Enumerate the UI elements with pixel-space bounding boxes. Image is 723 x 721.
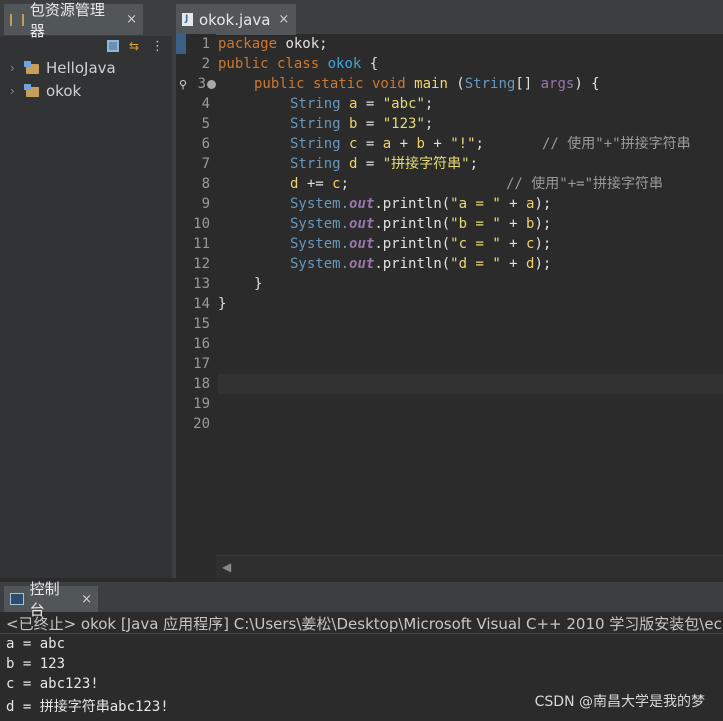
tab-okok-java[interactable]: J okok.java × (176, 4, 296, 35)
line-number: 16 (193, 336, 210, 352)
console-output-line: b = 123 (6, 656, 66, 672)
override-marker-icon: ⚲ (179, 78, 188, 91)
java-file-icon: J (182, 13, 193, 26)
line-number: 8 (201, 176, 210, 192)
tab-package-explorer-label: 包资源管理器 (29, 0, 105, 40)
chevron-right-icon[interactable]: › (10, 84, 24, 98)
fold-minus-icon[interactable] (207, 80, 216, 89)
tree-item-hellojava[interactable]: › HelloJava (0, 56, 172, 79)
view-menu-icon[interactable]: ⋮ (151, 39, 164, 54)
tree-item-label: okok (46, 81, 82, 100)
line-number: 14 (193, 296, 210, 312)
code-line: System.out.println("d = " + d); (290, 256, 552, 272)
line-number: 5 (201, 116, 210, 132)
tab-console[interactable]: 控制台 × (4, 580, 98, 619)
line-number: 19 (193, 396, 210, 412)
code-line: public class okok { (218, 56, 379, 72)
line-number: 4 (201, 96, 210, 112)
java-project-icon (24, 60, 40, 75)
code-line: String b = "123"; (290, 116, 434, 132)
console-icon (10, 593, 24, 605)
line-number: 2 (201, 56, 210, 72)
code-comment: // 使用"+"拼接字符串 (542, 136, 691, 152)
line-number: 6 (201, 136, 210, 152)
line-number: 17 (193, 356, 210, 372)
line-number: 7 (201, 156, 210, 172)
line-number: 15 (193, 316, 210, 332)
tree-item-label: HelloJava (46, 58, 116, 77)
close-icon[interactable]: × (126, 12, 137, 27)
code-comment: // 使用"+="拼接字符串 (506, 176, 664, 192)
line-number: 1 (201, 36, 210, 52)
console-output-line: a = abc (6, 636, 66, 652)
code-line: System.out.println("c = " + c); (290, 236, 552, 252)
collapse-all-icon[interactable] (107, 40, 119, 52)
code-line: public static void main (String[] args) … (254, 76, 600, 92)
code-line: String d = "拼接字符串"; (290, 156, 479, 172)
chevron-right-icon[interactable]: › (10, 61, 24, 75)
code-line: System.out.println("a = " + a); (290, 196, 552, 212)
code-line: System.out.println("b = " + b); (290, 216, 552, 232)
java-project-icon (24, 83, 40, 98)
code-area[interactable]: package okok; public class okok { public… (218, 34, 723, 554)
tab-package-explorer[interactable]: 包资源管理器 × (4, 1, 143, 40)
line-number: 3 (197, 76, 206, 92)
editor-panel: J okok.java × ⚲ 1 2 3 4 5 6 7 8 9 10 11 … (176, 0, 723, 578)
code-line: String a = "abc"; (290, 96, 434, 112)
tree-item-okok[interactable]: › okok (0, 79, 172, 102)
console-panel: 控制台 × <已终止> okok [Java 应用程序] C:\Users\姜松… (0, 580, 723, 721)
line-number: 18 (193, 376, 210, 392)
horizontal-scrollbar[interactable]: ◀ (216, 555, 723, 578)
line-number: 13 (193, 276, 210, 292)
line-number: 12 (193, 256, 210, 272)
editor-tabbar: J okok.java × (176, 0, 723, 35)
line-number: 11 (193, 236, 210, 252)
close-icon[interactable]: × (81, 592, 92, 607)
code-line: } (218, 296, 227, 312)
code-line: String c = a + b + "!"; (290, 136, 484, 152)
code-line: d += c; (290, 176, 350, 192)
console-output-line: c = abc123! (6, 676, 99, 692)
code-line: } (254, 276, 263, 292)
scroll-left-icon[interactable]: ◀ (222, 560, 231, 574)
console-output-line: d = 拼接字符串abc123! (6, 699, 169, 715)
line-number: 10 (193, 216, 210, 232)
link-with-editor-icon[interactable]: ⇆ (129, 40, 141, 52)
console-status-line: <已终止> okok [Java 应用程序] C:\Users\姜松\Deskt… (6, 615, 723, 633)
bookmark-marker (176, 34, 186, 54)
divider (0, 633, 723, 634)
line-number: 9 (201, 196, 210, 212)
package-explorer-panel: 包资源管理器 × ⇆ ⋮ › HelloJava › okok (0, 0, 176, 578)
console-tabbar: 控制台 × (0, 580, 723, 619)
close-icon[interactable]: × (278, 12, 289, 27)
code-line: package okok; (218, 36, 328, 52)
watermark-text: CSDN @南昌大学是我的梦 (534, 694, 705, 710)
line-number: 20 (193, 416, 210, 432)
package-explorer-icon (10, 13, 24, 26)
package-explorer-tabbar: 包资源管理器 × (0, 0, 172, 40)
tab-okok-java-label: okok.java (199, 10, 271, 29)
line-number-gutter: ⚲ 1 2 3 4 5 6 7 8 9 10 11 12 13 14 15 16… (176, 34, 216, 578)
